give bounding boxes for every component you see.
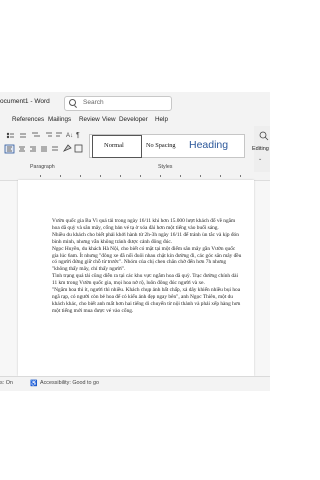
menu-view[interactable]: View (102, 116, 116, 123)
search-box[interactable] (64, 96, 172, 111)
shading-icon (62, 144, 72, 152)
paragraph[interactable]: Ngọc Huyền, du khách Hà Nội, cho biết có… (52, 246, 242, 274)
ruler-tick (80, 175, 81, 177)
search-icon (69, 99, 76, 106)
numbering-icon (20, 133, 26, 138)
ruler-tick (60, 175, 61, 177)
borders-icon (74, 144, 83, 153)
document-body[interactable]: Vườn quốc gia Ba Vì quá tải trong ngày 1… (52, 218, 242, 315)
align-left-icon (4, 144, 15, 154)
paragraph-group-label: Paragraph (30, 164, 55, 170)
align-right-icon (30, 146, 36, 152)
editing-icon[interactable] (256, 130, 270, 142)
paragraph[interactable]: Vườn quốc gia Ba Vì quá tải trong ngày 1… (52, 218, 242, 232)
paragraph[interactable]: Nhiều du khách cho biết phải khởi hành t… (52, 232, 242, 246)
svg-text:A↓: A↓ (66, 133, 73, 139)
paragraph[interactable]: "Ngắm hoa thì ít, người thì nhiều. Khách… (52, 287, 242, 315)
paragraph[interactable]: Tình trạng quá tải cũng diễn ra tại các … (52, 273, 242, 287)
search-placeholder[interactable]: Search (83, 99, 104, 106)
ruler-tick (240, 175, 241, 177)
ruler-tick (100, 175, 101, 177)
ruler-tick (180, 175, 181, 177)
ruler-tick (160, 175, 161, 177)
document-title: ocument1 - Word (0, 98, 50, 105)
editing-label[interactable]: Editing (252, 146, 269, 152)
justify-icon (41, 146, 47, 152)
ruler-tick (220, 175, 221, 177)
svg-text:¶: ¶ (76, 132, 80, 139)
menu-developer[interactable]: Developer (119, 116, 148, 123)
style-no-spacing[interactable]: No Spacing (146, 142, 176, 149)
ruler-tick (40, 175, 41, 177)
bullets-icon (6, 132, 14, 139)
decrease-indent-icon (46, 132, 52, 137)
multilevel-icon (32, 132, 40, 137)
ruler-tick (120, 175, 121, 177)
increase-indent-icon (56, 132, 62, 137)
menu-mailings[interactable]: Mailings (48, 116, 71, 123)
ruler-tick (140, 175, 141, 177)
accessibility-status[interactable]: Accessibility: Good to go (40, 380, 99, 386)
chevron-down-icon[interactable]: ⌄ (258, 156, 262, 162)
style-normal-label: Normal (104, 142, 124, 149)
line-spacing-icon (52, 146, 58, 151)
menu-references[interactable]: References (12, 116, 44, 123)
menu-help[interactable]: Help (155, 116, 168, 123)
style-heading[interactable]: Heading (189, 139, 228, 151)
accessibility-icon[interactable]: ♿ (30, 380, 37, 387)
ruler-tick (200, 175, 201, 177)
styles-group-label: Styles (158, 164, 173, 170)
pilcrow-icon: ¶ (76, 132, 80, 139)
sort-icon: A↓ (66, 133, 73, 139)
paragraph-tools: A↓ ¶ (4, 132, 83, 154)
status-left: s: On (0, 380, 13, 386)
menu-review[interactable]: Review (79, 116, 100, 123)
align-center-icon (19, 146, 25, 152)
